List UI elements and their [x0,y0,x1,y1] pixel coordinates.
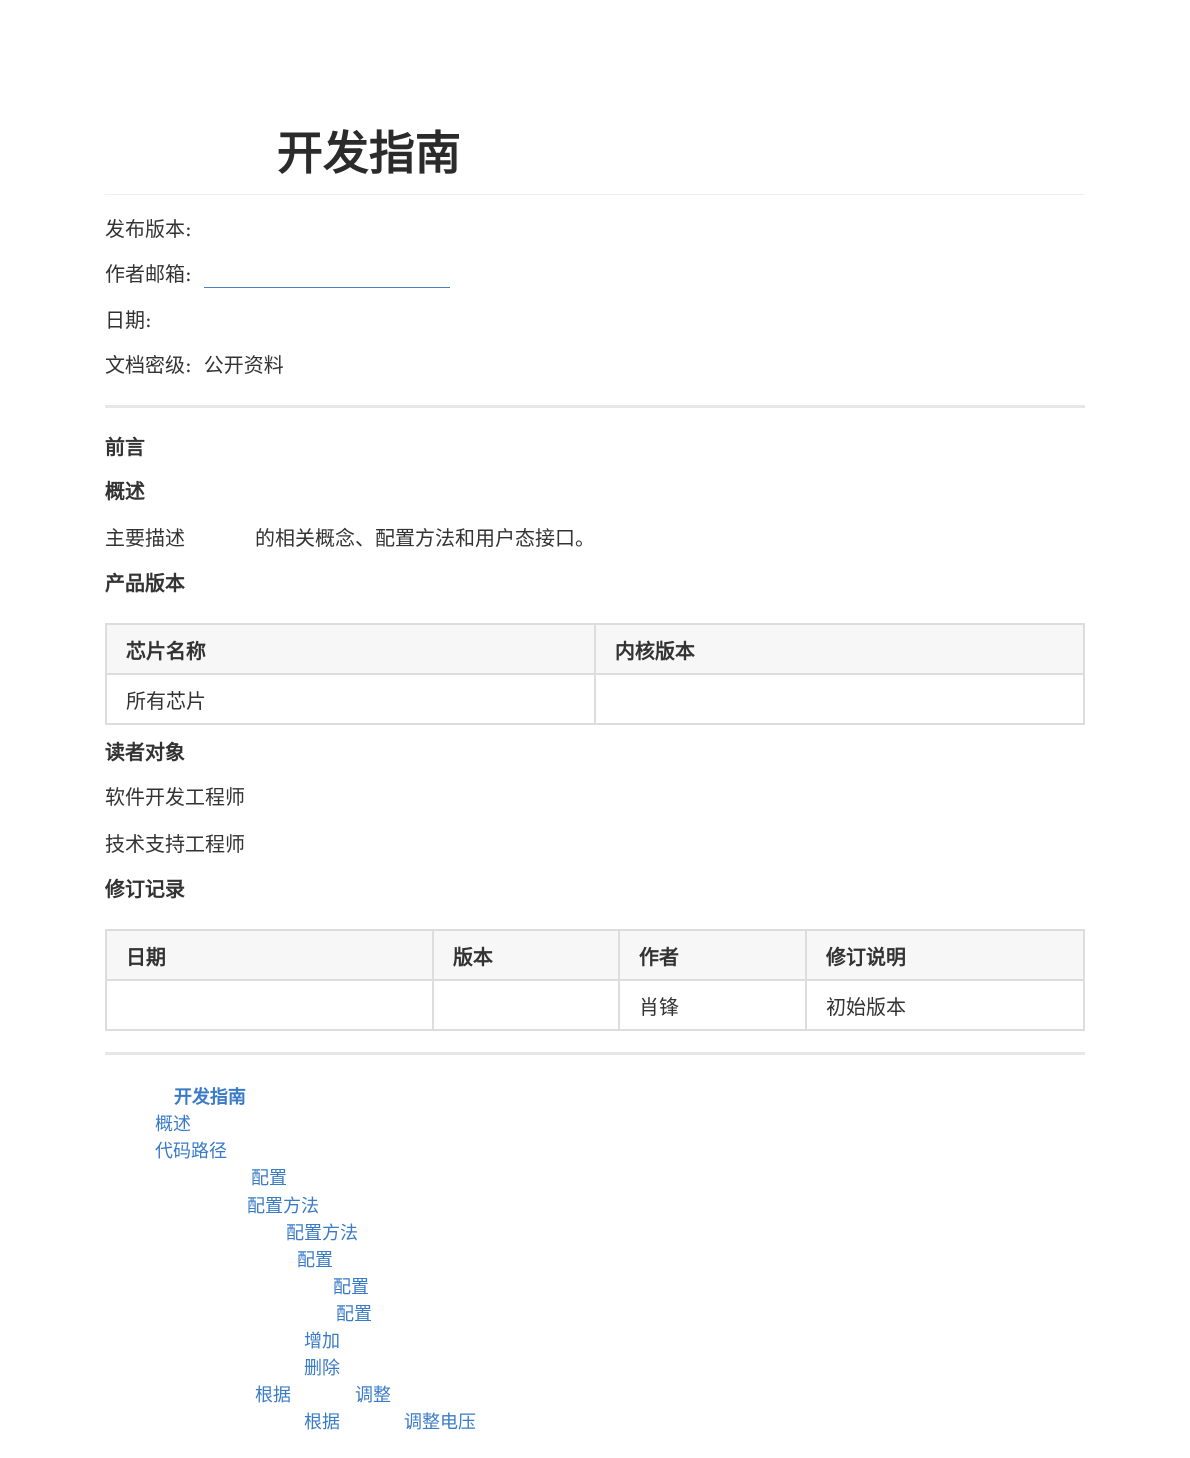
toc-link[interactable]: 配置 [336,1303,372,1327]
toc-link-text: 调整电压 [404,1412,476,1433]
toc-link[interactable]: 配置方法 [286,1222,358,1246]
security-level-line: 文档密级: 公开资料 [105,351,284,379]
document-page: 开发指南 发布版本: 作者邮箱: 日期: 文档密级: 公开资料 前言 概述 主要描… [0,0,1190,1458]
toc-link[interactable]: 配置 [333,1276,369,1300]
date-line: 日期: [105,306,164,334]
document-title: 开发指南 [277,126,461,180]
table-cell: 所有芯片 [105,673,596,725]
author-email-label: 作者邮箱: [105,262,192,286]
toc-link[interactable]: 配置方法 [247,1195,319,1219]
table-cell [594,673,1085,725]
security-level-value: 公开资料 [203,353,284,377]
toc-link-text: 根据 [304,1412,340,1433]
toc-link-text: 根据 [255,1385,291,1406]
column-header-chip-name: 芯片名称 [105,623,596,675]
revision-history-heading: 修订记录 [105,877,185,901]
author-email-link[interactable] [203,266,450,288]
table-header-row: 日期 版本 作者 修订说明 [105,929,1085,981]
date-label: 日期: [105,308,152,332]
toc-link[interactable]: 概述 [155,1113,191,1137]
table-row: 肖锋 初始版本 [105,979,1085,1031]
divider [105,1052,1085,1055]
overview-text: 主要描述 的相关概念、配置方法和用户态接口。 [105,524,595,552]
table-cell: 肖锋 [618,979,807,1031]
table-cell [105,979,434,1031]
column-header-revision-note: 修订说明 [805,929,1085,981]
preface-heading: 前言 [105,435,145,459]
security-level-label: 文档密级: [105,353,192,377]
table-cell [432,979,620,1031]
revision-history-table: 日期 版本 作者 修订说明 肖锋 初始版本 [105,929,1085,1031]
readers-heading: 读者对象 [105,740,185,764]
divider [105,405,1085,408]
release-version-line: 发布版本: [105,215,204,243]
toc-link[interactable]: 配置 [297,1249,333,1273]
toc-link[interactable]: 根据 调整 [255,1384,391,1408]
toc-link[interactable]: 增加 [304,1330,340,1354]
column-header-date: 日期 [105,929,434,981]
reader-item: 软件开发工程师 [105,785,245,809]
toc-link-text: 调整 [355,1385,391,1406]
overview-heading: 概述 [105,479,145,503]
table-header-row: 芯片名称 内核版本 [105,623,1085,675]
column-header-author: 作者 [618,929,807,981]
toc-link[interactable]: 根据 调整电压 [304,1411,476,1435]
toc-link[interactable]: 配置 [251,1167,287,1191]
overview-text-end: 的相关概念、配置方法和用户态接口。 [255,526,595,550]
product-version-table: 芯片名称 内核版本 所有芯片 [105,623,1085,725]
release-version-label: 发布版本: [105,217,192,241]
toc-link[interactable]: 代码路径 [155,1140,227,1164]
column-header-version: 版本 [432,929,620,981]
overview-text-start: 主要描述 [105,526,185,550]
table-cell: 初始版本 [805,979,1085,1031]
title-block: 开发指南 [105,118,1085,195]
table-row: 所有芯片 [105,673,1085,725]
author-email-line: 作者邮箱: [105,260,450,288]
column-header-kernel-version: 内核版本 [594,623,1085,675]
toc-link[interactable]: 开发指南 [174,1086,246,1110]
toc-link[interactable]: 删除 [304,1357,340,1381]
reader-item: 技术支持工程师 [105,832,245,856]
product-version-heading: 产品版本 [105,571,185,595]
